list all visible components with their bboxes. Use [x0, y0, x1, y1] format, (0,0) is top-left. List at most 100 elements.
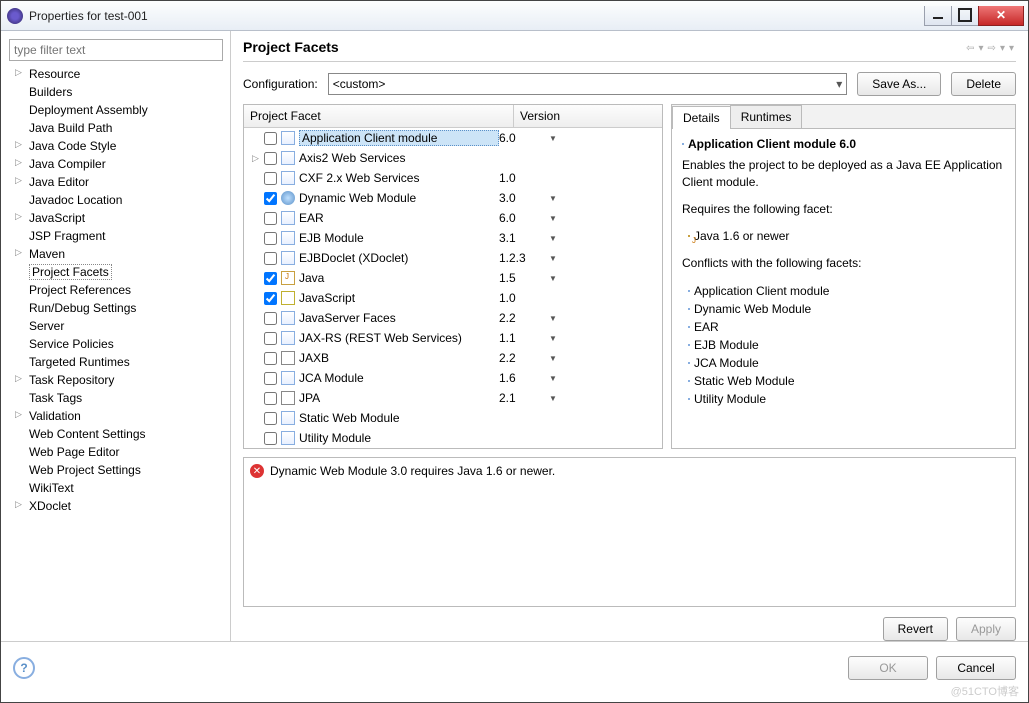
facet-checkbox[interactable]	[264, 392, 277, 405]
file-icon	[281, 231, 295, 245]
version-dropdown[interactable]: ▼	[549, 234, 561, 243]
cancel-button[interactable]: Cancel	[936, 656, 1016, 680]
facet-table: Project Facet Version Application Client…	[243, 104, 663, 449]
revert-button[interactable]: Revert	[883, 617, 948, 641]
facet-checkbox[interactable]	[264, 292, 277, 305]
facet-row[interactable]: JAXB2.2▼	[244, 348, 662, 368]
save-as-button[interactable]: Save As...	[857, 72, 941, 96]
filter-input[interactable]	[9, 39, 223, 61]
facet-row[interactable]: CXF 2.x Web Services1.0	[244, 168, 662, 188]
facet-row[interactable]: EJBDoclet (XDoclet)1.2.3▼	[244, 248, 662, 268]
sidebar-item[interactable]: Maven	[9, 245, 222, 263]
sidebar-item[interactable]: Javadoc Location	[9, 191, 222, 209]
sidebar-item[interactable]: Resource	[9, 65, 222, 83]
conflicts-label: Conflicts with the following facets:	[682, 255, 1005, 272]
facet-checkbox[interactable]	[264, 252, 277, 265]
facet-checkbox[interactable]	[264, 352, 277, 365]
version-dropdown[interactable]: ▼	[549, 394, 561, 403]
sidebar-item[interactable]: Run/Debug Settings	[9, 299, 222, 317]
error-message: Dynamic Web Module 3.0 requires Java 1.6…	[270, 464, 555, 478]
detail-title: Application Client module 6.0	[688, 137, 856, 151]
facet-row[interactable]: JavaScript1.0	[244, 288, 662, 308]
file-icon	[281, 431, 295, 445]
facet-checkbox[interactable]	[264, 312, 277, 325]
facet-row[interactable]: JCA Module1.6▼	[244, 368, 662, 388]
sidebar-item[interactable]: JavaScript	[9, 209, 222, 227]
facet-row[interactable]: Dynamic Web Module3.0▼	[244, 188, 662, 208]
file-icon	[281, 411, 295, 425]
sidebar-item[interactable]: Server	[9, 317, 222, 335]
sidebar-item[interactable]: XDoclet	[9, 497, 222, 515]
minimize-button[interactable]	[924, 6, 952, 26]
sidebar-item[interactable]: Service Policies	[9, 335, 222, 353]
sidebar-item[interactable]: Project References	[9, 281, 222, 299]
facet-row[interactable]: EAR6.0▼	[244, 208, 662, 228]
sidebar-item[interactable]: Java Compiler	[9, 155, 222, 173]
sidebar-item[interactable]: Web Page Editor	[9, 443, 222, 461]
sidebar-item[interactable]: Java Editor	[9, 173, 222, 191]
version-dropdown[interactable]: ▼	[549, 374, 561, 383]
facet-checkbox[interactable]	[264, 152, 277, 165]
facet-checkbox[interactable]	[264, 192, 277, 205]
facet-col-name[interactable]: Project Facet	[244, 105, 514, 127]
facet-name: EAR	[299, 211, 499, 225]
version-dropdown[interactable]: ▼	[549, 214, 561, 223]
facet-row[interactable]: JPA2.1▼	[244, 388, 662, 408]
facet-checkbox[interactable]	[264, 132, 277, 145]
version-dropdown[interactable]: ▼	[549, 254, 561, 263]
sidebar-item[interactable]: Builders	[9, 83, 222, 101]
sidebar-item[interactable]: Web Content Settings	[9, 425, 222, 443]
facet-version: 1.2.3	[499, 251, 549, 265]
ok-button[interactable]: OK	[848, 656, 928, 680]
sidebar-item[interactable]: Deployment Assembly	[9, 101, 222, 119]
facet-checkbox[interactable]	[264, 372, 277, 385]
facet-row[interactable]: ▷Axis2 Web Services	[244, 148, 662, 168]
facet-checkbox[interactable]	[264, 212, 277, 225]
tab-runtimes[interactable]: Runtimes	[730, 105, 803, 128]
facet-row[interactable]: JavaServer Faces2.2▼	[244, 308, 662, 328]
version-dropdown[interactable]: ▼	[549, 134, 561, 143]
facet-version: 1.5	[499, 271, 549, 285]
facet-row[interactable]: Application Client module6.0▼	[244, 128, 662, 148]
delete-button[interactable]: Delete	[951, 72, 1016, 96]
facet-row[interactable]: Static Web Module	[244, 408, 662, 428]
sidebar-item[interactable]: Task Tags	[9, 389, 222, 407]
version-dropdown[interactable]: ▼	[549, 334, 561, 343]
configuration-combo[interactable]: <custom>	[328, 73, 848, 95]
facet-checkbox[interactable]	[264, 232, 277, 245]
sidebar-item[interactable]: WikiText	[9, 479, 222, 497]
version-dropdown[interactable]: ▼	[549, 194, 561, 203]
file-icon	[281, 151, 295, 165]
jpa-icon	[281, 351, 295, 365]
facet-checkbox[interactable]	[264, 332, 277, 345]
facet-row[interactable]: Java1.5▼	[244, 268, 662, 288]
facet-row[interactable]: JAX-RS (REST Web Services)1.1▼	[244, 328, 662, 348]
maximize-button[interactable]	[951, 6, 979, 26]
sidebar-item[interactable]: Project Facets	[9, 263, 222, 281]
version-dropdown[interactable]: ▼	[549, 314, 561, 323]
facet-checkbox[interactable]	[264, 172, 277, 185]
sidebar-item[interactable]: Validation	[9, 407, 222, 425]
facet-col-version[interactable]: Version	[514, 105, 662, 127]
nav-arrows[interactable]: ⇦▾⇨▾▾	[964, 40, 1016, 54]
tab-details[interactable]: Details	[672, 106, 731, 129]
facet-checkbox[interactable]	[264, 272, 277, 285]
sidebar-item[interactable]: Targeted Runtimes	[9, 353, 222, 371]
facet-row[interactable]: Utility Module	[244, 428, 662, 448]
sidebar-item[interactable]: Task Repository	[9, 371, 222, 389]
apply-button[interactable]: Apply	[956, 617, 1016, 641]
version-dropdown[interactable]: ▼	[549, 354, 561, 363]
sidebar-item[interactable]: Java Build Path	[9, 119, 222, 137]
help-icon[interactable]: ?	[13, 657, 35, 679]
page-title: Project Facets	[243, 39, 964, 55]
close-button[interactable]	[978, 6, 1024, 26]
sidebar-item[interactable]: Web Project Settings	[9, 461, 222, 479]
file-icon	[682, 143, 684, 145]
sidebar-item[interactable]: JSP Fragment	[9, 227, 222, 245]
facet-name: EJB Module	[299, 231, 499, 245]
facet-checkbox[interactable]	[264, 432, 277, 445]
version-dropdown[interactable]: ▼	[549, 274, 561, 283]
facet-row[interactable]: EJB Module3.1▼	[244, 228, 662, 248]
sidebar-item[interactable]: Java Code Style	[9, 137, 222, 155]
facet-checkbox[interactable]	[264, 412, 277, 425]
